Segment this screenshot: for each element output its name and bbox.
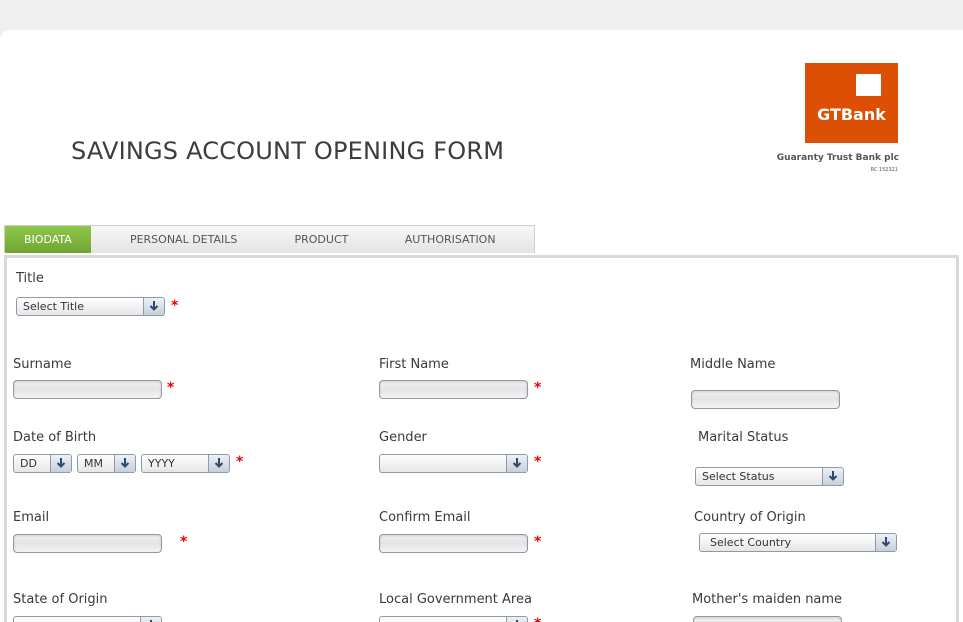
first-name-label: First Name <box>379 357 449 372</box>
confirm-email-label: Confirm Email <box>379 510 471 525</box>
chevron-down-icon <box>875 534 896 551</box>
required-marker: * <box>180 534 188 550</box>
chevron-down-icon <box>506 617 527 622</box>
mothers-maiden-name-label: Mother's maiden name <box>692 592 843 607</box>
dob-day-value: DD <box>20 457 37 470</box>
required-marker: * <box>534 534 542 550</box>
page-container: SAVINGS ACCOUNT OPENING FORM GTBank Guar… <box>0 30 963 622</box>
required-marker: * <box>236 454 244 470</box>
required-marker: * <box>534 380 542 396</box>
form-tabs: BIODATA PERSONAL DETAILS PRODUCT AUTHORI… <box>4 225 535 253</box>
first-name-input[interactable] <box>379 380 528 399</box>
dob-label: Date of Birth <box>13 430 97 445</box>
marital-status-label: Marital Status <box>698 430 789 445</box>
marital-status-select-value: Select Status <box>702 470 775 483</box>
required-marker: * <box>534 616 541 622</box>
logo-square-icon <box>856 74 881 96</box>
gender-select[interactable] <box>379 454 528 473</box>
confirm-email-input[interactable] <box>379 534 528 553</box>
dob-year-value: YYYY <box>148 457 175 470</box>
gtbank-logo: GTBank <box>805 63 898 143</box>
logo-brand-text: GTBank <box>817 105 886 124</box>
chevron-down-icon <box>114 455 135 472</box>
chevron-down-icon <box>50 455 71 472</box>
tab-personal-details[interactable]: PERSONAL DETAILS <box>91 226 277 253</box>
lga-label: Local Government Area <box>379 592 532 607</box>
biodata-panel: Title Select Title * Surname * First Nam… <box>4 255 959 622</box>
chevron-down-icon <box>208 455 229 472</box>
dob-month-select[interactable]: MM <box>77 454 136 473</box>
chevron-down-icon <box>822 468 843 485</box>
required-marker: * <box>167 380 175 396</box>
lga-select[interactable] <box>379 616 528 622</box>
dob-day-select[interactable]: DD <box>13 454 72 473</box>
required-marker: * <box>534 454 542 470</box>
dob-month-value: MM <box>84 457 103 470</box>
page-title: SAVINGS ACCOUNT OPENING FORM <box>71 137 505 165</box>
chevron-down-icon <box>506 455 527 472</box>
email-input[interactable] <box>13 534 162 553</box>
marital-status-select[interactable]: Select Status <box>695 467 844 486</box>
tab-biodata[interactable]: BIODATA <box>5 226 91 253</box>
middle-name-input[interactable] <box>691 390 840 409</box>
country-of-origin-select[interactable]: Select Country <box>699 533 897 552</box>
title-select[interactable]: Select Title <box>16 297 165 316</box>
chevron-down-icon <box>140 617 161 622</box>
title-label: Title <box>16 271 44 286</box>
middle-name-label: Middle Name <box>690 357 776 372</box>
surname-label: Surname <box>13 357 72 372</box>
tab-product[interactable]: PRODUCT <box>277 226 367 253</box>
email-label: Email <box>13 510 50 525</box>
mothers-maiden-name-input[interactable] <box>693 616 842 622</box>
surname-input[interactable] <box>13 380 162 399</box>
chevron-down-icon <box>143 298 164 315</box>
state-of-origin-label: State of Origin <box>13 592 108 607</box>
tab-authorisation[interactable]: AUTHORISATION <box>366 226 534 253</box>
dob-year-select[interactable]: YYYY <box>141 454 230 473</box>
country-select-value: Select Country <box>710 536 792 549</box>
country-of-origin-label: Country of Origin <box>694 510 806 525</box>
required-marker: * <box>171 298 179 314</box>
title-select-value: Select Title <box>23 300 85 313</box>
logo-caption: Guaranty Trust Bank plc <box>776 153 899 163</box>
state-of-origin-select[interactable] <box>13 616 162 622</box>
logo-rc-number: RC 152321 <box>870 167 898 173</box>
gender-label: Gender <box>379 430 427 445</box>
